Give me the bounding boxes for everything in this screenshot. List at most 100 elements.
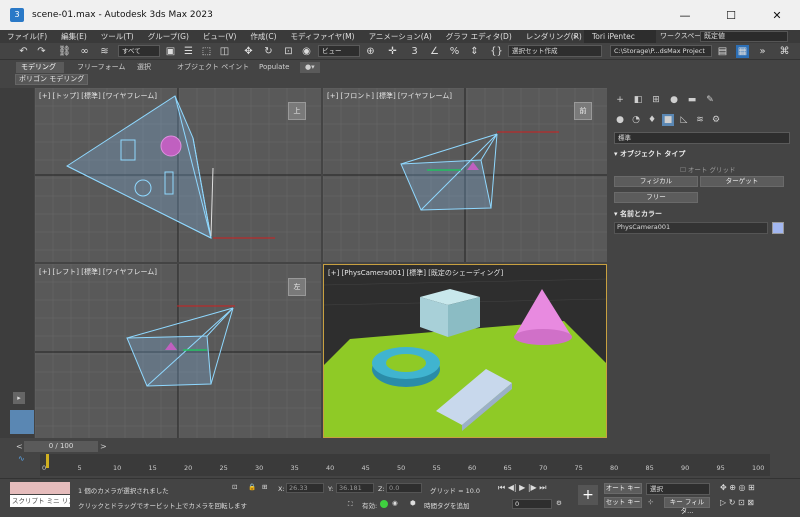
tab-freeform[interactable]: フリーフォーム — [72, 62, 130, 73]
utilities-tab-icon[interactable]: ✎ — [704, 94, 716, 106]
time-tag-icon[interactable]: ◉ — [392, 499, 398, 507]
redo-icon[interactable]: ↷ — [35, 45, 48, 58]
window-crossing-icon[interactable]: ◫ — [218, 45, 231, 58]
scale-icon[interactable]: ⊡ — [282, 45, 295, 58]
menu-create[interactable]: 作成(C) — [243, 31, 283, 42]
helpers-icon[interactable]: ◺ — [678, 114, 690, 126]
autogrid-checkbox[interactable]: ☐ オート グリッド — [680, 164, 735, 174]
name-color-rollout[interactable]: ▾ 名前とカラー — [614, 208, 794, 220]
toolbar-more-icon[interactable]: » — [756, 45, 769, 58]
category-dropdown[interactable]: 標準 — [614, 132, 790, 144]
maxscript-listener-input[interactable]: スクリプト ミニ リス — [10, 495, 70, 507]
time-config-icon[interactable]: ⚙ — [556, 499, 562, 507]
time-slider[interactable]: 0 / 100 — [24, 441, 98, 452]
selection-lock-icon[interactable]: 🔒 — [248, 483, 256, 491]
menu-graph-editors[interactable]: グラフ エディタ(D) — [439, 31, 519, 42]
rotate-icon[interactable]: ↻ — [262, 45, 275, 58]
lights-icon[interactable]: ♦ — [646, 114, 658, 126]
maxscript-listener-top[interactable] — [10, 482, 70, 494]
target-camera-button[interactable]: ターゲット — [700, 176, 784, 187]
polygon-modeling-panel[interactable]: ポリゴン モデリング — [15, 74, 89, 85]
link-icon[interactable]: ⛓ — [58, 45, 71, 58]
systems-icon[interactable]: ⚙ — [710, 114, 722, 126]
time-tag-cube-icon[interactable]: ⬢ — [410, 499, 416, 507]
timeline-cursor[interactable] — [46, 454, 49, 468]
isolate-icon[interactable]: ⊡ — [232, 483, 237, 491]
y-coord-field[interactable]: 36.181 — [336, 483, 374, 493]
maximize-button[interactable]: ☐ — [708, 0, 754, 30]
absolute-mode-icon[interactable]: ⊞ — [262, 483, 267, 491]
render-teapot-icon[interactable]: ⌘ — [778, 45, 791, 58]
auto-key-button[interactable]: オート キー — [604, 483, 642, 494]
set-key-button[interactable]: セット キー — [604, 497, 642, 508]
named-selection-dropdown[interactable]: 選択セット作成 — [508, 45, 602, 57]
viewport-front-label[interactable]: [+] [フロント] [標準] [ワイヤフレーム] — [327, 91, 452, 101]
menu-animation[interactable]: アニメーション(A) — [362, 31, 439, 42]
modify-tab-icon[interactable]: ◧ — [632, 94, 644, 106]
spacewarps-icon[interactable]: ≋ — [694, 114, 706, 126]
menu-file[interactable]: ファイル(F) — [0, 31, 54, 42]
display-tab-icon[interactable]: ▬ — [686, 94, 698, 106]
viewcube-front[interactable]: 前 — [574, 102, 592, 120]
ribbon-options-icon[interactable]: ●▾ — [300, 62, 320, 73]
viewport-layout-icon[interactable] — [10, 410, 34, 434]
spinner-snap-icon[interactable]: ⇕ — [468, 45, 481, 58]
z-coord-field[interactable]: 0.0 — [386, 483, 422, 493]
select-object-icon[interactable]: ▣ — [164, 45, 177, 58]
selection-filter-dropdown[interactable]: すべて — [118, 45, 160, 57]
viewport-nav-top-icons[interactable]: ✥ ⊕ ◎ ⊞ — [720, 483, 755, 492]
viewcube-left[interactable]: 左 — [288, 278, 306, 296]
place-icon[interactable]: ◉ — [300, 45, 313, 58]
tab-modeling[interactable]: モデリング — [16, 62, 64, 73]
add-time-tag[interactable]: 時間タグを追加 — [424, 500, 470, 510]
playback-controls[interactable]: ⏮ ◀| ▶ |▶ ⏭ — [498, 483, 546, 493]
viewport-top-label[interactable]: [+] [トップ] [標準] [ワイヤフレーム] — [39, 91, 157, 101]
workspace-dropdown[interactable]: 既定値 — [700, 31, 788, 42]
viewport-camera[interactable]: [+] [PhysCamera001] [標準] [既定のシェーディング] — [323, 264, 607, 438]
key-mode-icon[interactable]: ⊹ — [648, 498, 653, 506]
render-setup-icon[interactable]: ▦ — [736, 45, 749, 58]
viewport-nav-bottom-icons[interactable]: ▷ ↻ ⊡ ⊠ — [720, 498, 754, 507]
adaptive-degradation-icon[interactable]: ⛶ — [348, 500, 353, 509]
angle-snap-icon[interactable]: ∠ — [428, 45, 441, 58]
expand-layout-icon[interactable]: ▸ — [13, 392, 25, 404]
move-icon[interactable]: ✥ — [242, 45, 255, 58]
menu-modifiers[interactable]: モディファイヤ(M) — [284, 31, 362, 42]
viewport-front[interactable]: [+] [フロント] [標準] [ワイヤフレーム] 前 — [323, 88, 607, 262]
menu-group[interactable]: グループ(G) — [141, 31, 196, 42]
cameras-icon[interactable]: ■ — [662, 114, 674, 126]
enabled-indicator[interactable] — [380, 500, 388, 508]
physical-camera-button[interactable]: フィジカル — [614, 176, 698, 187]
close-button[interactable]: ✕ — [754, 0, 800, 30]
viewport-left[interactable]: [+] [レフト] [標準] [ワイヤフレーム] 左 — [35, 264, 321, 438]
menu-edit[interactable]: 編集(E) — [54, 31, 94, 42]
reference-coord-dropdown[interactable]: ビュー — [318, 45, 360, 57]
bind-spacewarp-icon[interactable]: ≋ — [98, 45, 111, 58]
timeline-next-button[interactable]: > — [100, 442, 108, 452]
pivot-center-icon[interactable]: ⊕ — [364, 45, 377, 58]
key-filters-button[interactable]: キー フィルタ... — [664, 497, 710, 515]
menu-tools[interactable]: ツール(T) — [94, 31, 141, 42]
set-key-big-icon[interactable]: + — [578, 485, 598, 505]
rect-region-icon[interactable]: ⬚ — [200, 45, 213, 58]
curve-editor-icon[interactable]: ∿ — [18, 454, 32, 468]
tab-populate[interactable]: Populate — [254, 62, 294, 73]
current-frame-field[interactable]: 0 — [512, 499, 552, 509]
create-tab-icon[interactable]: + — [614, 94, 626, 106]
geometry-icon[interactable]: ● — [614, 114, 626, 126]
snaps-toggle-icon[interactable]: 3 — [408, 45, 421, 58]
project-folder-dropdown[interactable]: C:\Storage\P...dsMax Project — [610, 45, 712, 57]
menu-view[interactable]: ビュー(V) — [196, 31, 243, 42]
undo-icon[interactable]: ↶ — [17, 45, 30, 58]
user-account[interactable]: Tori iPentec — [584, 30, 656, 43]
x-coord-field[interactable]: 26.33 — [286, 483, 324, 493]
timeline-prev-button[interactable]: < — [16, 442, 24, 452]
hierarchy-tab-icon[interactable]: ⊞ — [650, 94, 662, 106]
project-folder-icon[interactable]: ▤ — [716, 45, 729, 58]
object-type-rollout[interactable]: ▾ オブジェクト タイプ — [614, 148, 794, 160]
object-name-input[interactable]: PhysCamera001 — [614, 222, 768, 234]
minimize-button[interactable]: — — [662, 0, 708, 30]
viewcube-top[interactable]: 上 — [288, 102, 306, 120]
viewport-top[interactable]: [+] [トップ] [標準] [ワイヤフレーム] 上 — [35, 88, 321, 262]
select-by-name-icon[interactable]: ☰ — [182, 45, 195, 58]
